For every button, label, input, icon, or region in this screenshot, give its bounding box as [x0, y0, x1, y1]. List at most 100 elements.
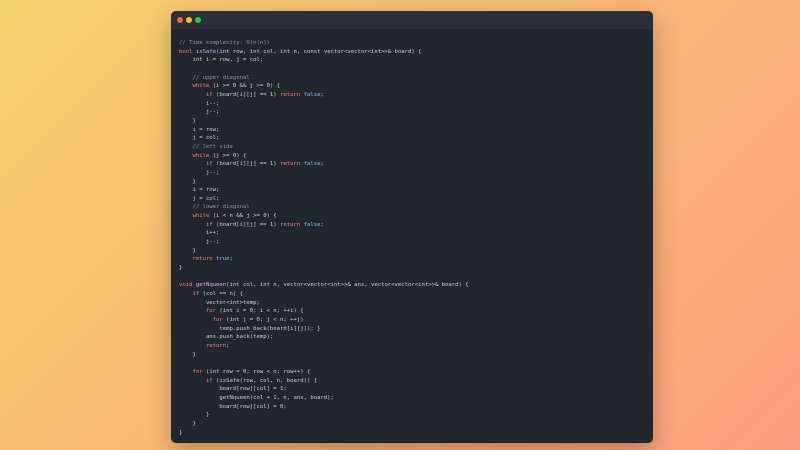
code-token: // left side	[179, 143, 233, 150]
code-line: if (col == n) {	[179, 290, 647, 299]
code-token: i++;	[179, 230, 220, 237]
code-token: // Time complexity: O(n(n))	[179, 40, 270, 46]
code-token: }	[179, 420, 196, 427]
code-token: getNqueen(col + 1, n, ans, board);	[179, 394, 334, 401]
code-token: (i < n && j >= 0) {	[212, 213, 277, 220]
code-token: return	[179, 342, 227, 349]
code-line: }	[179, 247, 647, 256]
code-line: }	[179, 264, 647, 273]
code-line: if (board[i][j] == 1) return false;	[179, 160, 647, 169]
code-token: while	[179, 152, 213, 159]
code-line: // Time complexity: O(n(n))	[179, 39, 647, 48]
code-token: board[row][col] = 1;	[179, 386, 287, 393]
code-line: if (isSafe(row, col, n, board)) {	[179, 377, 647, 386]
code-token: j = col;	[179, 135, 220, 142]
code-token: (board[i][j] == 1)	[216, 161, 281, 168]
code-line: i = row;	[179, 126, 647, 135]
code-token: void	[179, 282, 196, 289]
code-token: ;	[226, 342, 230, 349]
code-line: temp.push_back(board[i][j]); }	[179, 325, 647, 334]
code-line: j--;	[179, 108, 647, 117]
code-token: false	[303, 91, 321, 98]
code-line: board[row][col] = 1;	[179, 385, 647, 394]
code-token: if	[179, 377, 217, 384]
code-line: return;	[179, 342, 647, 351]
code-line: j--;	[179, 238, 647, 247]
code-line: }	[179, 420, 647, 429]
code-token: j--;	[179, 109, 220, 116]
code-token: vector<int>temp;	[179, 299, 260, 306]
code-line: i--;	[179, 100, 647, 109]
code-line: }	[179, 178, 647, 187]
code-token: board[row][col] = 0;	[179, 403, 287, 410]
code-token: for	[179, 368, 206, 375]
title-bar	[171, 11, 653, 29]
code-line: while (i < n && j >= 0) {	[179, 212, 647, 221]
code-token: // upper diagonal	[179, 74, 250, 81]
code-line: bool isSafe(int row, int col, int n, con…	[179, 48, 647, 57]
code-token: for	[179, 308, 220, 315]
code-token: }	[179, 429, 183, 436]
code-token: bool	[179, 48, 196, 55]
code-token: j--;	[179, 169, 220, 176]
code-token: false	[303, 221, 321, 228]
code-token: ;	[229, 256, 233, 263]
code-token: return	[179, 256, 217, 263]
code-token: true	[216, 256, 230, 263]
code-line: // left side	[179, 143, 647, 152]
code-line: ans.push_back(temp);	[179, 333, 647, 342]
code-token: }	[179, 117, 196, 124]
code-line: i = row;	[179, 186, 647, 195]
code-token: i = row;	[179, 187, 220, 194]
code-line: vector<int>temp;	[179, 299, 647, 308]
code-token: return	[280, 161, 304, 168]
close-window-button[interactable]	[177, 17, 183, 23]
code-line: while (j >= 0) {	[179, 152, 647, 161]
code-token: j = col;	[179, 195, 220, 202]
code-token: }	[179, 351, 196, 358]
code-token: j--;	[179, 239, 220, 246]
code-token: if	[179, 291, 203, 298]
code-token: if	[179, 161, 217, 168]
code-line: for (int i = 0; i < n; ++i) {	[179, 307, 647, 316]
code-token: i--;	[179, 100, 220, 107]
code-token: false	[303, 161, 321, 168]
code-token: if	[179, 221, 217, 228]
code-token: (i >= 0 && j >= 0) {	[212, 83, 281, 90]
code-token: while	[179, 213, 213, 220]
code-line: }	[179, 351, 647, 360]
code-token: (isSafe(row, col, n, board)) {	[216, 377, 318, 384]
code-block: // Time complexity: O(n(n)) bool isSafe(i…	[179, 39, 647, 437]
code-token: }	[179, 247, 196, 254]
code-line: void getNqueen(int col, int n, vector<ve…	[179, 281, 647, 290]
code-token: }	[179, 265, 183, 272]
code-token: ;	[320, 221, 324, 228]
code-token: (int row = 0; row < n; row++) {	[205, 368, 311, 375]
code-line: board[row][col] = 0;	[179, 403, 647, 412]
code-token: ans.push_back(temp);	[179, 334, 274, 341]
code-line: for (int row = 0; row < n; row++) {	[179, 368, 647, 377]
maximize-window-button[interactable]	[195, 17, 201, 23]
code-token: ;	[320, 161, 324, 168]
code-token: }	[179, 178, 196, 185]
code-token: temp.push_back(board[i][j]); }	[179, 325, 321, 332]
code-line: }	[179, 429, 647, 438]
code-token: (board[i][j] == 1)	[216, 91, 281, 98]
minimize-window-button[interactable]	[186, 17, 192, 23]
code-line: }	[179, 411, 647, 420]
code-token: while	[179, 83, 213, 90]
code-token: (col == n) {	[202, 291, 243, 298]
code-token: ;	[320, 91, 324, 98]
code-line: while (i >= 0 && j >= 0) {	[179, 82, 647, 91]
code-line: if (board[i][j] == 1) return false;	[179, 91, 647, 100]
code-window: // Time complexity: O(n(n)) bool isSafe(i…	[171, 11, 653, 443]
code-token: (j >= 0) {	[212, 152, 247, 159]
code-line: j = col;	[179, 195, 647, 204]
code-line: j--;	[179, 169, 647, 178]
code-token: }	[179, 412, 210, 419]
code-line: }	[179, 117, 647, 126]
code-token: isSafe	[195, 48, 217, 55]
code-token: if	[179, 91, 217, 98]
